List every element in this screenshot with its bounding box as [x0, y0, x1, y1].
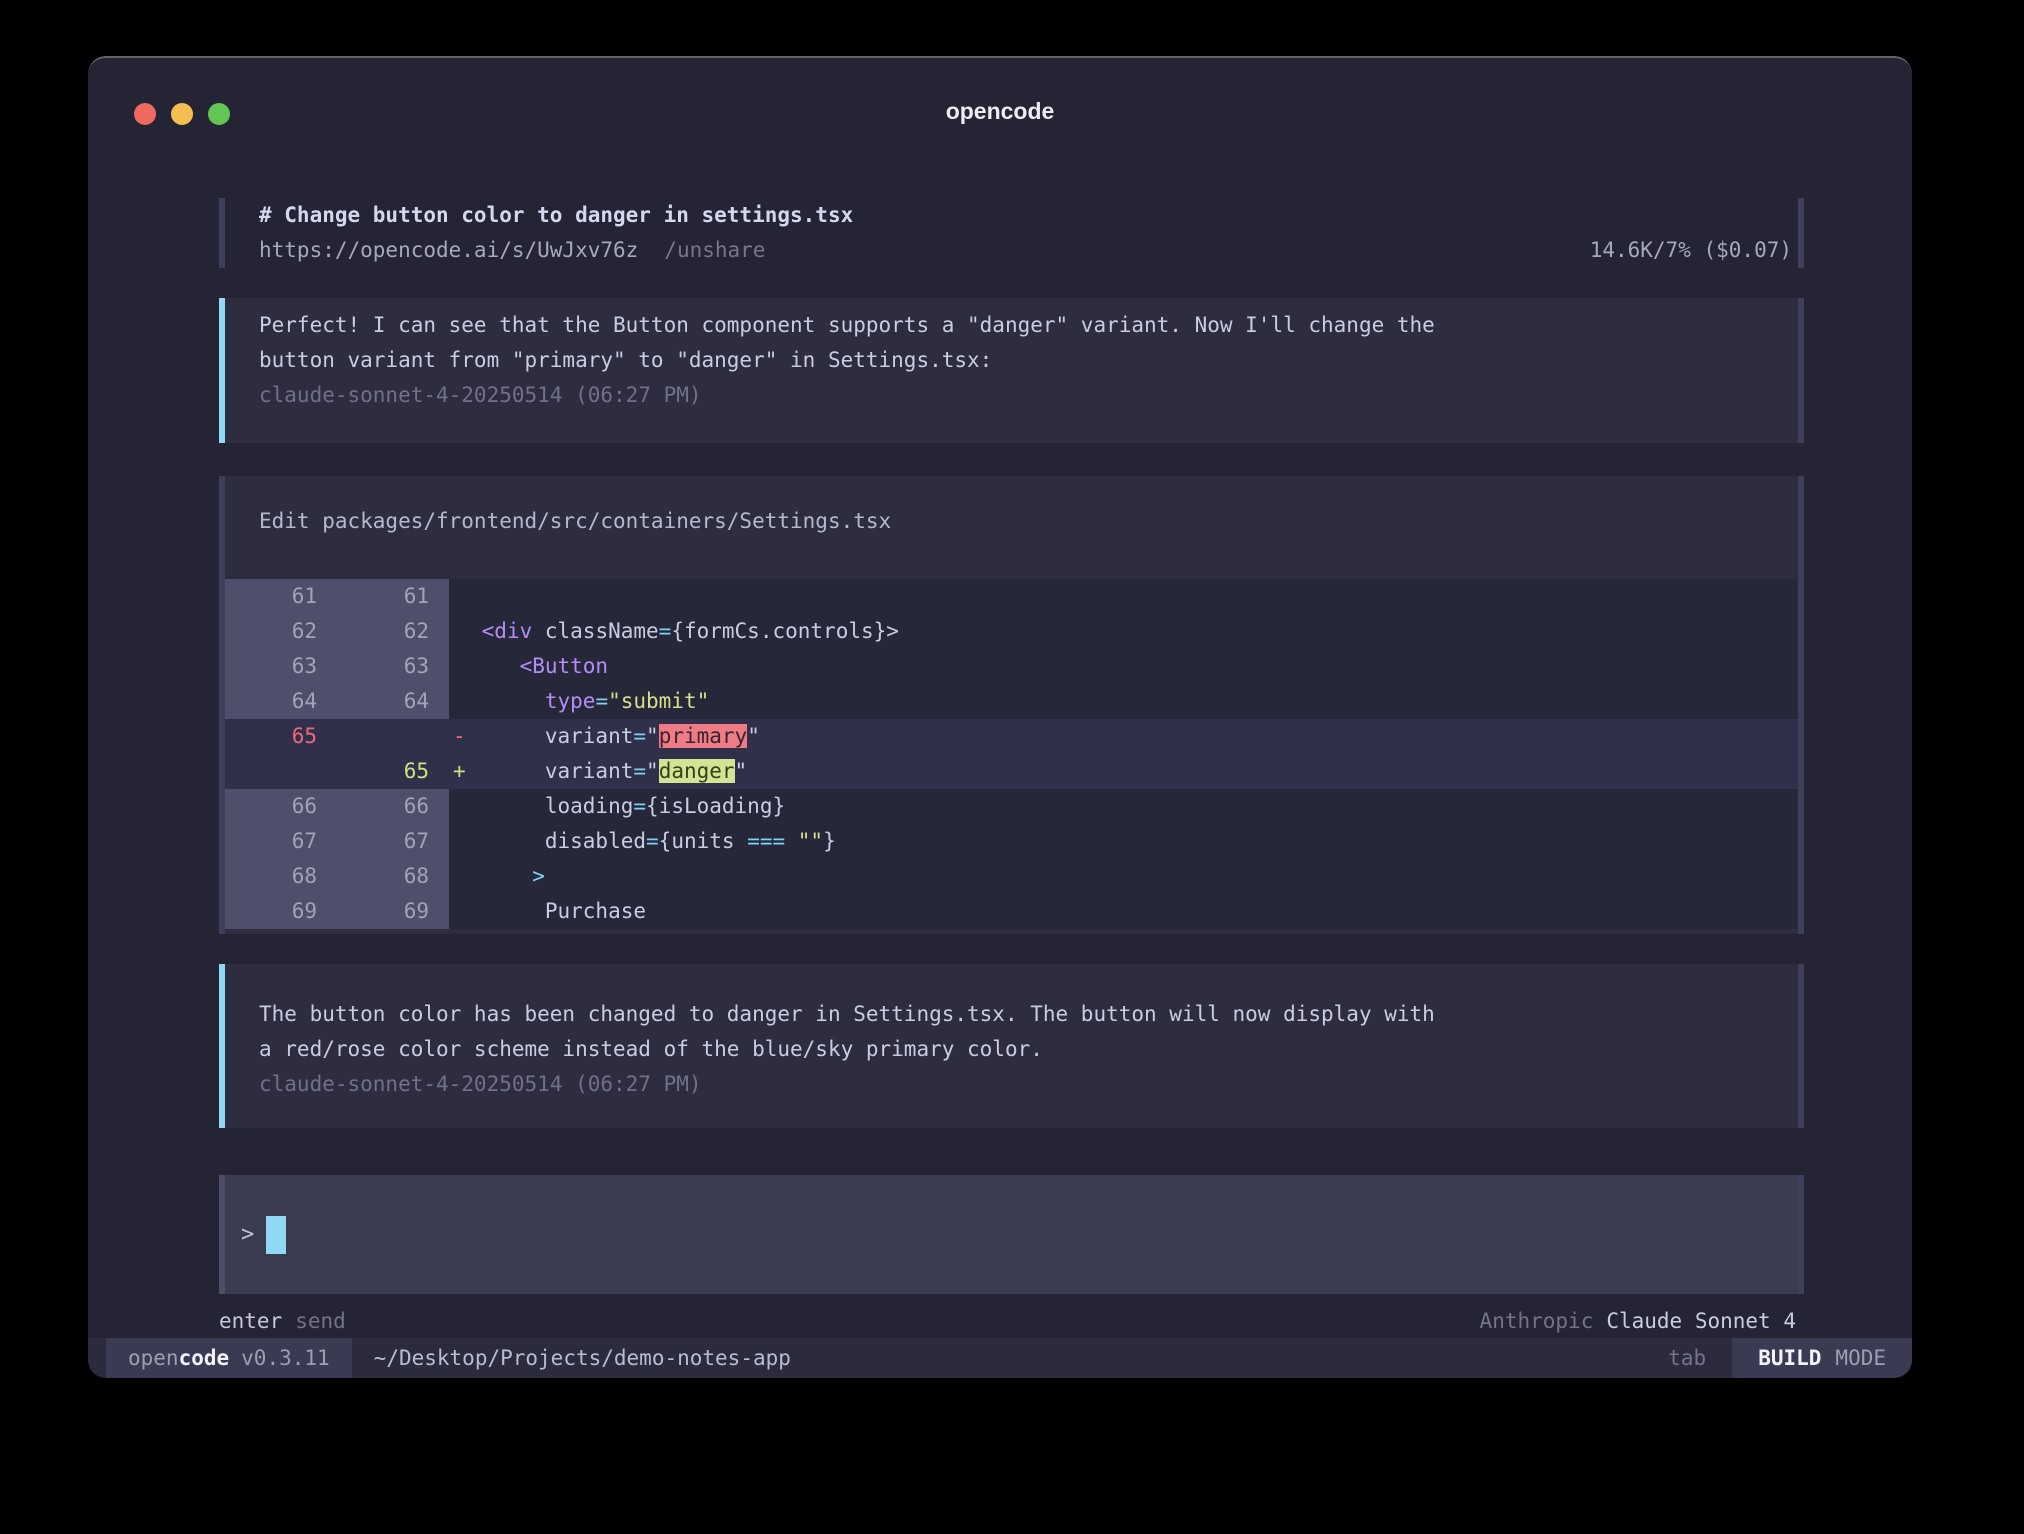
diff-marker — [449, 684, 469, 719]
old-line-number: 64 — [225, 684, 337, 719]
minimize-button[interactable] — [171, 103, 193, 125]
diff-row: 65 - variant="primary" — [225, 719, 1798, 754]
message-line: The button color has been changed to dan… — [259, 997, 1778, 1032]
code-line: Purchase — [469, 894, 1798, 929]
old-line-number: 62 — [225, 614, 337, 649]
old-line-number: 65 — [225, 719, 337, 754]
message-line: button variant from "primary" to "danger… — [259, 343, 1778, 378]
message-line: a red/rose color scheme instead of the b… — [259, 1032, 1778, 1067]
hint-row: enter send Anthropic Claude Sonnet 4 — [219, 1304, 1804, 1339]
new-line-number: 67 — [337, 824, 449, 859]
diff-marker — [449, 894, 469, 929]
new-line-number: 61 — [337, 579, 449, 614]
app-window: opencode # Change button color to danger… — [88, 56, 1912, 1378]
diff-row: 6262 <div className={formCs.controls}> — [225, 614, 1798, 649]
message-line: Perfect! I can see that the Button compo… — [259, 308, 1778, 343]
context-stats: 14.6K/7% ($0.07) — [1590, 233, 1792, 268]
statusbar: opencode v0.3.11 ~/Desktop/Projects/demo-… — [88, 1338, 1912, 1378]
session-title: # Change button color to danger in setti… — [259, 198, 1792, 233]
code-line: <div className={formCs.controls}> — [469, 614, 1798, 649]
diff-marker — [449, 614, 469, 649]
new-line-number: 65 — [337, 754, 449, 789]
new-line-number: 69 — [337, 894, 449, 929]
old-line-number: 67 — [225, 824, 337, 859]
old-line-number: 63 — [225, 649, 337, 684]
working-directory: ~/Desktop/Projects/demo-notes-app — [374, 1338, 791, 1378]
new-line-number — [337, 719, 449, 754]
diff-row: 6969 Purchase — [225, 894, 1798, 929]
diff-row: 6666 loading={isLoading} — [225, 789, 1798, 824]
new-line-number: 66 — [337, 789, 449, 824]
diff-marker — [449, 579, 469, 614]
titlebar: opencode — [88, 58, 1912, 125]
session-header: # Change button color to danger in setti… — [219, 198, 1804, 268]
diff-marker: - — [449, 719, 469, 754]
diff-marker — [449, 859, 469, 894]
new-line-number: 62 — [337, 614, 449, 649]
app-badge: opencode v0.3.11 — [106, 1338, 352, 1378]
diff-marker: + — [449, 754, 469, 789]
text-cursor — [266, 1216, 286, 1254]
hint-send-label: send — [295, 1304, 346, 1339]
model-name: Claude Sonnet 4 — [1606, 1304, 1804, 1339]
edit-tool-header: Edit packages/frontend/src/containers/Se… — [225, 504, 1798, 539]
hint-enter-key: enter — [219, 1304, 282, 1339]
window-controls — [134, 103, 230, 125]
message-meta: claude-sonnet-4-20250514 (06:27 PM) — [259, 1067, 1778, 1102]
diff: 61616262 <div className={formCs.controls… — [225, 579, 1798, 929]
new-line-number: 63 — [337, 649, 449, 684]
old-line-number — [225, 754, 337, 789]
app-version: v0.3.11 — [241, 1346, 330, 1370]
zoom-button[interactable] — [208, 103, 230, 125]
mode-name: BUILD — [1758, 1346, 1821, 1370]
diff-row: 6868 > — [225, 859, 1798, 894]
code-line: > — [469, 859, 1798, 894]
diff-row: 6767 disabled={units === ""} — [225, 824, 1798, 859]
message-meta: claude-sonnet-4-20250514 (06:27 PM) — [259, 378, 1778, 413]
code-line: type="submit" — [469, 684, 1798, 719]
code-line — [469, 579, 1798, 614]
old-line-number: 68 — [225, 859, 337, 894]
new-line-number: 68 — [337, 859, 449, 894]
new-line-number: 64 — [337, 684, 449, 719]
old-line-number: 66 — [225, 789, 337, 824]
model-provider: Anthropic — [1480, 1304, 1594, 1339]
app-name-suffix: code — [179, 1346, 230, 1370]
diff-row: 6464 type="submit" — [225, 684, 1798, 719]
statusbar-spacer — [791, 1338, 1668, 1378]
code-line: loading={isLoading} — [469, 789, 1798, 824]
app-name-prefix: open — [128, 1346, 179, 1370]
assistant-message: Perfect! I can see that the Button compo… — [219, 298, 1804, 443]
old-line-number: 69 — [225, 894, 337, 929]
code-line: disabled={units === ""} — [469, 824, 1798, 859]
code-line: <Button — [469, 649, 1798, 684]
unshare-hint: /unshare — [664, 233, 765, 268]
mode-badge: BUILD MODE — [1732, 1338, 1912, 1378]
mode-suffix: MODE — [1835, 1346, 1886, 1370]
diff-marker — [449, 824, 469, 859]
old-line-number: 61 — [225, 579, 337, 614]
tab-key-hint: tab — [1668, 1338, 1706, 1378]
diff-row: 65+ variant="danger" — [225, 754, 1798, 789]
prompt-input[interactable]: > — [219, 1175, 1804, 1294]
diff-marker — [449, 789, 469, 824]
diff-marker — [449, 649, 469, 684]
code-line: variant="danger" — [469, 754, 1798, 789]
assistant-message: The button color has been changed to dan… — [219, 964, 1804, 1128]
diff-row: 6161 — [225, 579, 1798, 614]
window-title: opencode — [88, 58, 1912, 125]
prompt-caret: > — [241, 1217, 254, 1252]
close-button[interactable] — [134, 103, 156, 125]
edit-tool-card: Edit packages/frontend/src/containers/Se… — [219, 476, 1804, 934]
diff-row: 6363 <Button — [225, 649, 1798, 684]
share-url: https://opencode.ai/s/UwJxv76z — [259, 233, 638, 268]
code-line: variant="primary" — [469, 719, 1798, 754]
